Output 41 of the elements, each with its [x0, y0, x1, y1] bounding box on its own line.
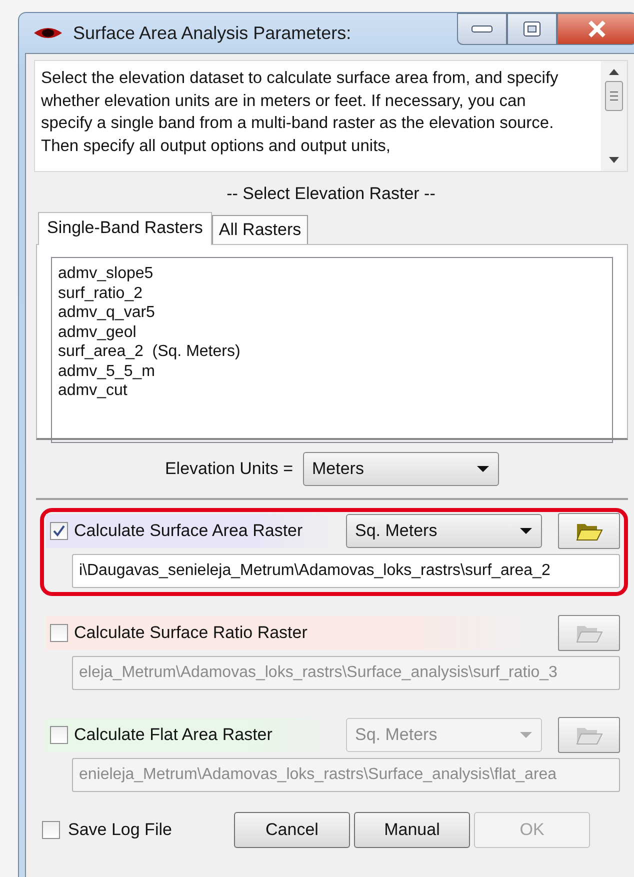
eye-icon [33, 26, 63, 40]
maximize-icon [523, 21, 541, 37]
list-item[interactable]: admv_geol [58, 322, 606, 342]
checkbox[interactable] [50, 522, 68, 540]
close-icon [587, 20, 607, 38]
caret-icon [519, 731, 533, 739]
minimize-button[interactable] [457, 13, 507, 45]
scroll-down-icon[interactable] [609, 157, 619, 163]
checkbox-label: Calculate Flat Area Raster [74, 725, 272, 745]
folder-button[interactable] [558, 615, 620, 651]
section-heading: -- Select Elevation Raster -- [226, 184, 436, 204]
checkbox-label: Calculate Surface Ratio Raster [74, 623, 308, 643]
folder-button[interactable] [558, 717, 620, 753]
list-item[interactable]: surf_ratio_2 [58, 284, 606, 303]
dialog-button[interactable]: Cancel [234, 812, 350, 848]
units-dropdown[interactable]: Sq. Meters [346, 514, 542, 548]
checkbox-label: Save Log File [68, 820, 172, 840]
checkbox[interactable] [42, 821, 60, 839]
path-field[interactable]: i\Daugavas_senieleja_Metrum\Adamovas_loks_rastrs\surf_area_2 [72, 554, 620, 588]
close-button[interactable] [557, 13, 634, 45]
dialog-button[interactable]: Manual [354, 812, 470, 848]
list-item[interactable]: surf_area_2 (Sq. Meters) [58, 342, 606, 362]
field-label: Elevation Units = [164, 459, 294, 479]
scrollbar[interactable] [601, 61, 627, 171]
list-item[interactable]: admv_q_var5 [58, 303, 606, 322]
scroll-up-icon[interactable] [609, 69, 619, 75]
description-text: Select the elevation dataset to calculate surface area from, and specify whether elevation units are in meters or feet. If necessary, you can specify a single band from a multi-band raster as the elevation source. Then specify all output options and output units, [40, 68, 560, 156]
units-dropdown[interactable]: Meters [303, 452, 500, 486]
folder-button[interactable] [558, 513, 620, 549]
checkbox-label: Calculate Surface Area Raster [74, 521, 303, 541]
tab[interactable]: All Rasters [212, 215, 308, 244]
tab[interactable]: Single-Band Rasters [38, 212, 212, 245]
maximize-button[interactable] [507, 13, 557, 45]
scroll-thumb[interactable] [605, 81, 623, 111]
minimize-icon [471, 25, 493, 33]
caret-icon [476, 465, 490, 473]
list-item[interactable]: admv_slope5 [58, 264, 606, 284]
list-item[interactable]: admv_5_5_m [58, 362, 606, 381]
window-title: Surface Area Analysis Parameters: [73, 22, 352, 44]
caret-icon [519, 527, 533, 535]
list-item[interactable]: admv_cut [58, 381, 606, 400]
